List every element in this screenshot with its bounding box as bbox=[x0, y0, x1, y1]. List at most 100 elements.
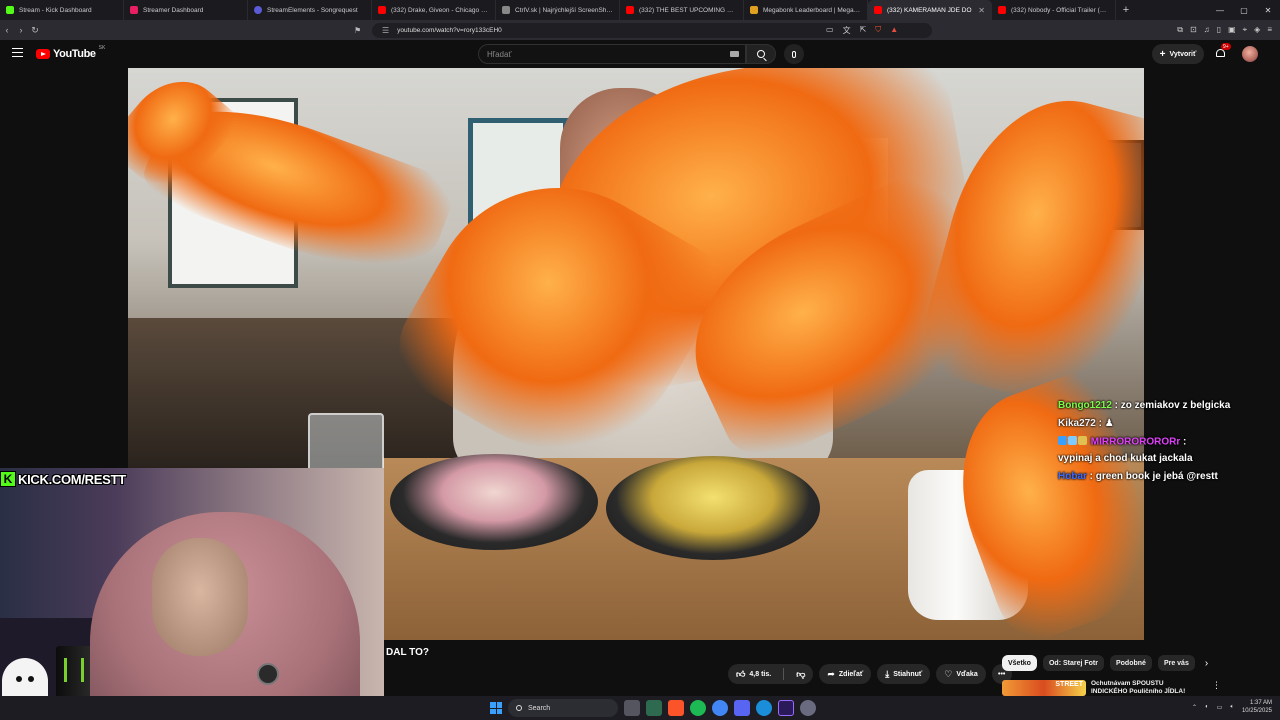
settings-gear-icon[interactable] bbox=[800, 700, 816, 716]
brave-shield-icon[interactable]: ⛉ bbox=[875, 25, 881, 36]
browser-tab[interactable]: Stream - Kick Dashboard bbox=[0, 0, 124, 20]
browser-tab[interactable]: (332) THE BEST UPCOMING MOVIES bbox=[620, 0, 744, 20]
recommended-video-title[interactable]: Ochutnávam SPOUSTU INDICKÉHO Pouličního … bbox=[1091, 680, 1201, 696]
kick-favicon-icon bbox=[6, 6, 14, 14]
reload-icon[interactable]: ↻ bbox=[28, 25, 42, 36]
translate-icon[interactable]: 文 bbox=[843, 25, 851, 36]
url-text: youtube.com/watch?v=rory133cEH0 bbox=[397, 26, 502, 34]
browser-tab[interactable]: StreamElements - Songrequest bbox=[248, 0, 372, 20]
notification-badge: 9+ bbox=[1221, 43, 1231, 50]
thumbs-up-icon: 👍︎ bbox=[736, 668, 746, 679]
chip-related[interactable]: Podobné bbox=[1109, 655, 1152, 671]
browser-extensions: ⧉ ⊡ ♫ ▯ ▣ ⌖ ◈ ≡ bbox=[1177, 25, 1272, 35]
streamer-favicon-icon bbox=[130, 6, 138, 14]
cast-icon[interactable]: ▭ bbox=[826, 25, 834, 36]
bookmark-icon[interactable]: ⚑ bbox=[354, 26, 361, 35]
keyboard-icon[interactable] bbox=[730, 51, 739, 57]
browser-tab[interactable]: (332) Nobody - Official Trailer (HD) bbox=[992, 0, 1116, 20]
share-button[interactable]: ➦ Zdieľať bbox=[819, 664, 872, 684]
pin-icon[interactable]: ⌖ bbox=[1243, 25, 1248, 35]
chat-username: MIRRORORORORr bbox=[1090, 436, 1181, 448]
streamelements-favicon-icon bbox=[254, 6, 262, 14]
taskbar-apps bbox=[624, 700, 816, 716]
share-page-icon[interactable]: ⇱ bbox=[860, 25, 867, 36]
create-button[interactable]: + Vytvoriť bbox=[1152, 44, 1204, 64]
spotify-icon[interactable] bbox=[690, 700, 706, 716]
edge-icon[interactable] bbox=[756, 700, 772, 716]
address-bar: ‹ › ↻ ⚑ ☰ youtube.com/watch?v=rory133cEH… bbox=[0, 20, 1280, 40]
chevron-up-icon[interactable]: ⌃ bbox=[1192, 704, 1197, 711]
chat-text: green book je jebá @restt bbox=[1095, 470, 1218, 482]
discord-icon[interactable] bbox=[734, 700, 750, 716]
menu-icon[interactable]: ≡ bbox=[1267, 25, 1272, 35]
music-icon[interactable]: ♫ bbox=[1204, 25, 1210, 35]
search-button[interactable] bbox=[746, 44, 776, 64]
search-input[interactable]: Hľadať bbox=[478, 44, 746, 64]
youtube-favicon-icon bbox=[874, 6, 882, 14]
chevron-right-icon[interactable]: › bbox=[1205, 658, 1208, 669]
brave-browser-icon[interactable] bbox=[668, 700, 684, 716]
premiere-icon[interactable] bbox=[778, 700, 794, 716]
volume-icon[interactable]: 🔈︎ bbox=[1230, 704, 1234, 711]
chrome-icon[interactable] bbox=[712, 700, 728, 716]
minimize-icon[interactable]: — bbox=[1208, 0, 1232, 20]
taskbar-search[interactable]: Search bbox=[508, 699, 618, 717]
windows-start-icon[interactable] bbox=[490, 702, 502, 714]
extension-icon[interactable]: ⧉ bbox=[1177, 25, 1183, 35]
voice-search-button[interactable] bbox=[784, 44, 804, 64]
more-horizontal-icon: ••• bbox=[998, 670, 1006, 678]
video-actions: 👍︎ 4,8 tis. 👎︎ ➦ Zdieľať ⤓ Stiahnuť ♡ Vďaka … bbox=[728, 664, 1012, 684]
youtube-header: YouTube SK Hľadať + Vytvoriť 9+ bbox=[0, 40, 1280, 68]
chip-for-you[interactable]: Pre vás bbox=[1157, 655, 1195, 671]
more-vertical-icon[interactable]: ⋮ bbox=[1212, 680, 1221, 696]
chat-message: Kika272 : ♟ bbox=[1058, 418, 1114, 429]
back-icon[interactable]: ‹ bbox=[0, 25, 14, 35]
chip-all[interactable]: Všetko bbox=[1002, 655, 1037, 671]
megabonk-favicon-icon bbox=[750, 6, 758, 14]
badge-icon bbox=[1058, 436, 1067, 445]
youtube-logo[interactable]: YouTube SK bbox=[36, 45, 105, 60]
wallet-icon[interactable]: ▣ bbox=[1228, 25, 1236, 35]
share-icon: ➦ bbox=[827, 668, 835, 679]
maximize-icon[interactable]: ▢ bbox=[1232, 0, 1256, 20]
browser-tab[interactable]: CtrlV.sk | Najrýchlejší ScreenShot a P bbox=[496, 0, 620, 20]
download-button[interactable]: ⤓ Stiahnuť bbox=[877, 664, 931, 684]
task-view-icon[interactable] bbox=[624, 700, 640, 716]
chip-from-channel[interactable]: Od: Starej Fotr bbox=[1042, 655, 1104, 671]
avatar[interactable] bbox=[1242, 46, 1258, 62]
browser-tab[interactable]: Megabonk Leaderboard | Megabonk bbox=[744, 0, 868, 20]
close-tab-icon[interactable]: ✕ bbox=[978, 6, 985, 15]
site-info-icon[interactable]: ☰ bbox=[382, 26, 389, 35]
like-button[interactable]: 👍︎ 4,8 tis. bbox=[728, 664, 779, 684]
menu-icon[interactable] bbox=[12, 48, 23, 57]
browser-tab[interactable]: Streamer Dashboard bbox=[124, 0, 248, 20]
search-icon bbox=[516, 705, 522, 711]
dislike-button[interactable]: 👎︎ bbox=[788, 664, 813, 684]
network-icon[interactable]: ◐ bbox=[1205, 704, 1209, 710]
new-tab-button[interactable]: + bbox=[1116, 0, 1136, 20]
vpn-icon[interactable]: ◈ bbox=[1254, 25, 1260, 35]
chat-text: zo zemiakov z belgicka bbox=[1120, 400, 1231, 411]
clock[interactable]: 1:37 AM 10/25/2025 bbox=[1242, 699, 1272, 715]
video-thumbnail[interactable]: STREET bbox=[1002, 680, 1086, 696]
forward-icon[interactable]: › bbox=[14, 25, 28, 35]
chat-username: Kika272 bbox=[1058, 418, 1096, 429]
webcam-streamer-face bbox=[152, 538, 248, 656]
download-icon: ⤓ bbox=[885, 668, 890, 679]
chat-username: Hobar bbox=[1058, 470, 1087, 482]
browser-tab-active[interactable]: (332) KAMERAMAN JDE DO ✕ bbox=[868, 0, 992, 20]
screen: Stream - Kick Dashboard Streamer Dashboa… bbox=[0, 0, 1280, 720]
thanks-button[interactable]: ♡ Vďaka bbox=[936, 664, 986, 684]
terminal-icon[interactable] bbox=[646, 700, 662, 716]
youtube-favicon-icon bbox=[378, 6, 386, 14]
sidebar-icon[interactable]: ▯ bbox=[1217, 25, 1221, 35]
browser-tab-strip: Stream - Kick Dashboard Streamer Dashboa… bbox=[0, 0, 1280, 20]
close-window-icon[interactable]: ✕ bbox=[1256, 0, 1280, 20]
recommended-video[interactable]: STREET Ochutnávam SPOUSTU INDICKÉHO Poul… bbox=[1002, 680, 1262, 696]
screenshot-icon[interactable]: ⊡ bbox=[1190, 25, 1197, 35]
badge-icon bbox=[1068, 436, 1077, 445]
brave-rewards-icon[interactable]: ▲ bbox=[890, 25, 898, 36]
stream-chat-overlay: Bongo1212 : zo zemiakov z belgicka Kika2… bbox=[1058, 398, 1268, 487]
browser-tab[interactable]: (332) Drake, Giveon - Chicago Freest bbox=[372, 0, 496, 20]
battery-icon[interactable]: ▭ bbox=[1217, 704, 1223, 711]
